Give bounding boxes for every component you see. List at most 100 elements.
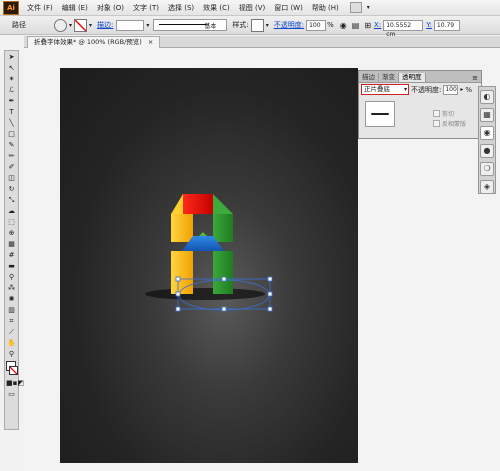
menu-file[interactable]: 文件 (F) bbox=[27, 3, 53, 13]
letter-shadow bbox=[145, 288, 265, 300]
symbol-sprayer-tool-icon[interactable]: ✺ bbox=[6, 295, 17, 304]
fill-dropdown-icon[interactable]: ▾ bbox=[69, 22, 72, 29]
graphic-style-dropdown-icon[interactable]: ▾ bbox=[266, 22, 269, 29]
direct-selection-tool-icon[interactable]: ↖ bbox=[6, 64, 17, 73]
tab-transparency[interactable]: 透明度 bbox=[399, 73, 426, 82]
menu-edit[interactable]: 编辑 (E) bbox=[62, 3, 88, 13]
object-thumbnail[interactable] bbox=[365, 101, 395, 127]
eraser-tool-icon[interactable]: ◫ bbox=[6, 174, 17, 183]
panel-opacity-unit: % bbox=[465, 85, 473, 94]
document-tab[interactable]: 折叠字体效果* @ 100% (RGB/预览) × bbox=[27, 36, 161, 48]
menu-bar: Ai 文件 (F) 编辑 (E) 对象 (O) 文字 (T) 选择 (S) 效果… bbox=[0, 0, 500, 16]
slice-tool-icon[interactable]: ⟋ bbox=[6, 328, 17, 337]
column-graph-tool-icon[interactable]: ▥ bbox=[6, 306, 17, 315]
align-icon[interactable]: ▤ bbox=[352, 21, 360, 30]
stroke-profile-label: 基本 bbox=[204, 23, 217, 30]
opacity-input[interactable]: 100 bbox=[306, 19, 327, 31]
gradient-tool-icon[interactable]: ▬ bbox=[6, 262, 17, 271]
artwork-canvas bbox=[145, 194, 273, 312]
tab-stroke[interactable]: 描边 bbox=[359, 73, 379, 82]
clip-label: 剪切 bbox=[442, 111, 455, 118]
style-label: 样式: bbox=[232, 21, 249, 29]
bridge-icon[interactable]: ▾ bbox=[349, 2, 372, 13]
letter-a-right-leg-upper bbox=[213, 214, 233, 242]
artboard[interactable] bbox=[60, 68, 358, 463]
blend-tool-icon[interactable]: ⁂ bbox=[6, 284, 17, 293]
x-label[interactable]: X: bbox=[374, 21, 381, 29]
stroke-weight-input[interactable] bbox=[116, 19, 145, 31]
fill-swatch[interactable] bbox=[54, 18, 67, 32]
selection-type-label: 路径 bbox=[12, 21, 26, 29]
menu-effect[interactable]: 效果 (C) bbox=[203, 3, 230, 13]
clip-checkbox[interactable]: 剪切 bbox=[433, 109, 454, 118]
reference-point-icon[interactable]: ⊞ bbox=[364, 21, 371, 30]
graphic-style-swatch[interactable] bbox=[250, 18, 264, 32]
perspective-grid-tool-icon[interactable]: ▦ bbox=[6, 240, 17, 249]
panel-opacity-stepper-icon[interactable]: ▸ bbox=[460, 86, 463, 93]
menu-window[interactable]: 窗口 (W) bbox=[274, 3, 303, 13]
y-input[interactable]: 10.79 bbox=[433, 19, 460, 31]
invert-mask-label: 反相蒙版 bbox=[442, 121, 467, 128]
screen-mode-icon[interactable]: ▭ bbox=[6, 390, 17, 399]
stroke-dropdown-icon[interactable]: ▾ bbox=[89, 22, 92, 29]
shape-builder-tool-icon[interactable]: ⊕ bbox=[6, 229, 17, 238]
y-label[interactable]: Y: bbox=[426, 21, 432, 29]
control-bar: 路径 ▾ ▾ 描边: ▾ 基本 样式: ▾ 不透明度: 100 % ◉ ▤ ⊞ … bbox=[0, 16, 500, 38]
panel-menu-icon[interactable]: ≡ bbox=[472, 74, 478, 82]
lasso-tool-icon[interactable]: ℒ bbox=[6, 86, 17, 95]
panel-opacity-label: 不透明度: bbox=[411, 85, 442, 94]
x-input[interactable]: 10.5552 cm bbox=[383, 19, 424, 38]
line-tool-icon[interactable]: ╲ bbox=[6, 119, 17, 128]
document-tab-bar: 折叠字体效果* @ 100% (RGB/预览) × bbox=[24, 36, 500, 48]
graphic-styles-panel-icon[interactable]: ❍ bbox=[480, 162, 494, 176]
menu-help[interactable]: 帮助 (H) bbox=[312, 3, 339, 13]
blend-mode-select[interactable]: 正片叠底 bbox=[361, 84, 409, 95]
menu-type[interactable]: 文字 (T) bbox=[133, 3, 159, 13]
menu-object[interactable]: 对象 (O) bbox=[97, 3, 124, 13]
color-panel-icon[interactable]: ◐ bbox=[480, 90, 494, 104]
letter-a-right-leg-lower bbox=[213, 251, 233, 294]
type-tool-icon[interactable]: T bbox=[6, 108, 17, 117]
app-logo: Ai bbox=[3, 0, 19, 15]
stroke-swatch[interactable] bbox=[74, 18, 88, 32]
panel-opacity-input[interactable]: 100 bbox=[443, 84, 459, 95]
rectangle-tool-icon[interactable]: □ bbox=[6, 130, 17, 139]
opacity-label[interactable]: 不透明度: bbox=[274, 20, 304, 30]
stroke-weight-dropdown-icon[interactable]: ▾ bbox=[146, 22, 149, 29]
letter-a-top-right-fold bbox=[213, 194, 233, 214]
menu-select[interactable]: 选择 (S) bbox=[168, 3, 194, 13]
warp-tool-icon[interactable]: ☁ bbox=[6, 207, 17, 216]
zoom-tool-icon[interactable]: ⚲ bbox=[6, 350, 17, 359]
swatches-panel-icon[interactable]: ▦ bbox=[480, 108, 494, 122]
close-tab-icon[interactable]: × bbox=[148, 38, 153, 46]
appearance-panel-icon[interactable]: ● bbox=[480, 144, 494, 158]
rotate-tool-icon[interactable]: ↻ bbox=[6, 185, 17, 194]
color-mode-icons[interactable]: ■▪◩ bbox=[6, 379, 24, 388]
artboard-tool-icon[interactable]: ⌗ bbox=[6, 317, 17, 326]
blob-brush-tool-icon[interactable]: ✐ bbox=[6, 163, 17, 172]
scale-tool-icon[interactable]: ⤡ bbox=[6, 196, 17, 205]
letter-a-left-leg-upper bbox=[171, 214, 193, 242]
panel-tabs: 描边 渐变 透明度 ≡ bbox=[359, 71, 481, 83]
magic-wand-tool-icon[interactable]: ✶ bbox=[6, 75, 17, 84]
transparency-panel: 描边 渐变 透明度 ≡ 正片叠底 不透明度: 100 ▸ % 剪切 反相蒙版 bbox=[358, 70, 482, 139]
paintbrush-tool-icon[interactable]: ✎ bbox=[6, 141, 17, 150]
hand-tool-icon[interactable]: ✋ bbox=[6, 339, 17, 348]
pencil-tool-icon[interactable]: ✏ bbox=[6, 152, 17, 161]
eyedropper-tool-icon[interactable]: ⚲ bbox=[6, 273, 17, 282]
pen-tool-icon[interactable]: ✒ bbox=[6, 97, 17, 106]
fill-stroke-icon[interactable] bbox=[6, 361, 18, 377]
recolor-icon[interactable]: ◉ bbox=[340, 21, 347, 30]
mesh-tool-icon[interactable]: # bbox=[6, 251, 17, 260]
layers-panel-icon[interactable]: ◈ bbox=[480, 180, 494, 194]
selection-tool-icon[interactable]: ➤ bbox=[6, 53, 17, 62]
document-tab-title: 折叠字体效果* @ 100% (RGB/预览) bbox=[34, 38, 142, 46]
transparency-panel-icon[interactable]: ◉ bbox=[480, 126, 494, 140]
tools-panel: ➤ ↖ ✶ ℒ ✒ T ╲ □ ✎ ✏ ✐ ◫ ↻ ⤡ ☁ ⬚ ⊕ ▦ # ▬ … bbox=[4, 50, 24, 430]
menu-view[interactable]: 视图 (V) bbox=[239, 3, 265, 13]
stroke-profile-select[interactable]: 基本 bbox=[153, 19, 228, 31]
tab-gradient[interactable]: 渐变 bbox=[379, 73, 399, 82]
free-transform-tool-icon[interactable]: ⬚ bbox=[6, 218, 17, 227]
stroke-label[interactable]: 描边: bbox=[97, 20, 113, 30]
invert-mask-checkbox[interactable]: 反相蒙版 bbox=[433, 119, 466, 128]
